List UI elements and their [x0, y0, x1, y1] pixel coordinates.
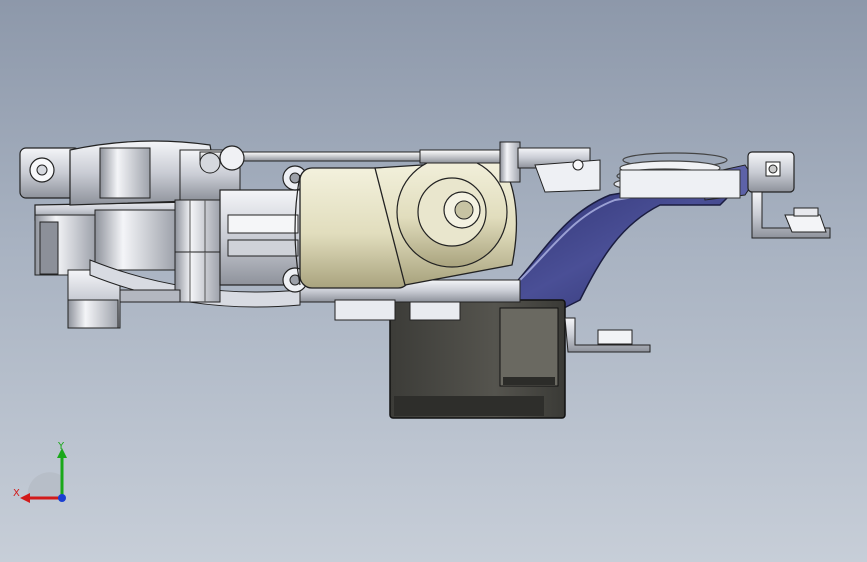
- graphics-viewport[interactable]: Y X: [0, 0, 867, 562]
- lower-tab-bracket[interactable]: [564, 317, 651, 353]
- hex-standoff-left[interactable]: [174, 199, 221, 303]
- coil-spring[interactable]: [613, 152, 741, 199]
- y-axis-label: Y: [57, 441, 65, 452]
- triad-plane-icon: [27, 472, 62, 498]
- x-axis-label: X: [13, 488, 20, 499]
- coordinate-triad: Y X: [10, 438, 80, 508]
- connector-housing[interactable]: [389, 297, 566, 419]
- cad-model-view[interactable]: [0, 0, 867, 562]
- right-mount-bracket[interactable]: [747, 151, 831, 239]
- z-axis-dot-icon: [58, 494, 66, 502]
- motor[interactable]: [294, 156, 518, 289]
